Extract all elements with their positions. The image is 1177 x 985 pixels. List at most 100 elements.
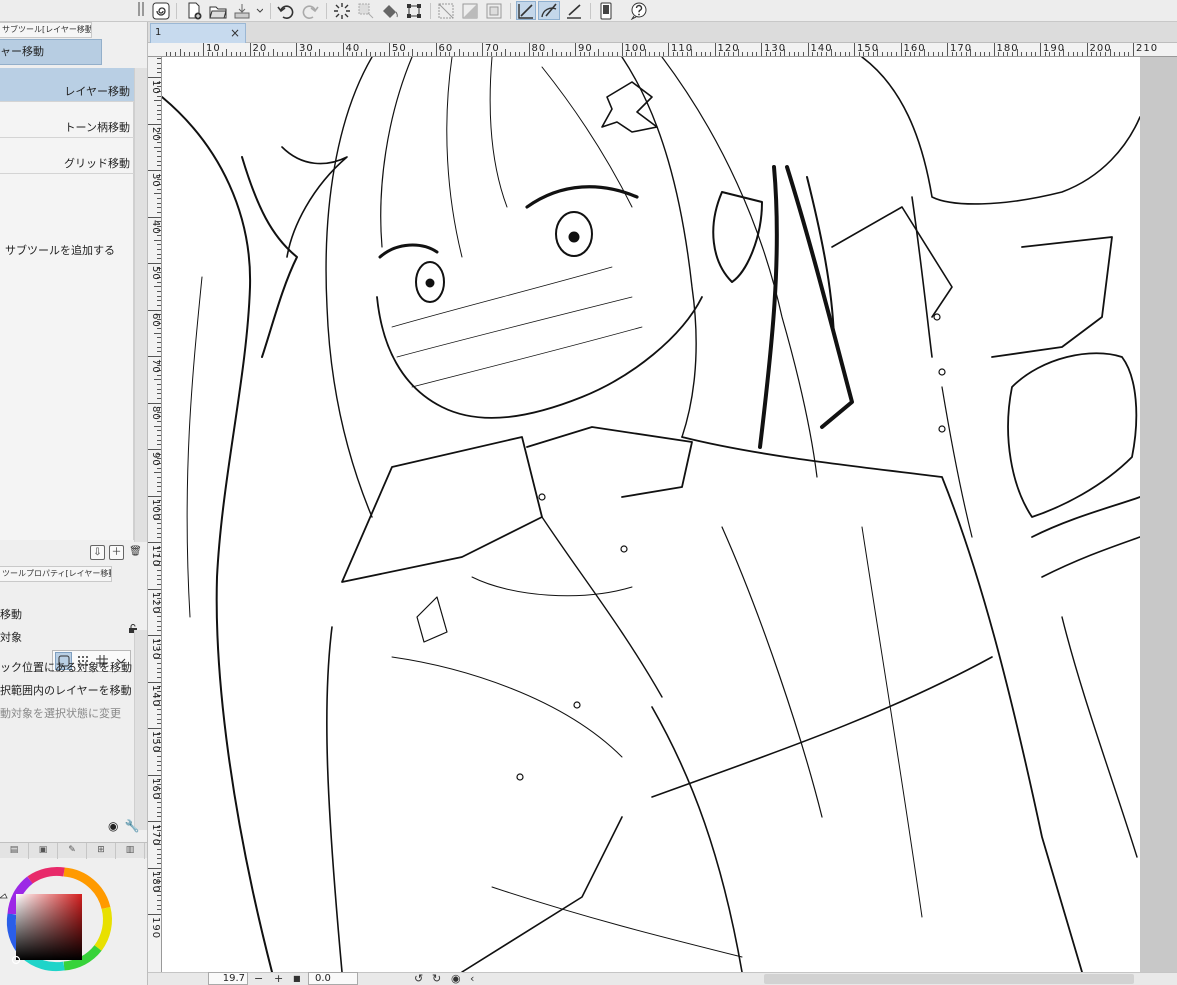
ruler-tick [514,52,516,56]
zoom-in-icon[interactable]: + [274,972,283,985]
ruler-tick [157,532,161,534]
close-icon[interactable]: × [230,24,240,42]
rotation-field[interactable]: 0.0 [308,972,358,985]
open-folder-icon[interactable] [207,1,229,20]
ruler-tick [979,52,981,56]
ruler-tick [342,43,344,56]
color-wheel[interactable] [0,862,115,977]
ruler-tick [575,43,576,56]
device-icon[interactable] [596,1,616,20]
save-icon[interactable] [231,1,265,20]
new-file-icon[interactable] [183,1,205,20]
color-history-tab[interactable]: ▥ [116,843,145,859]
snap-to-special-ruler-icon[interactable] [538,1,560,20]
ruler-tick [612,52,614,56]
ruler-tick [296,43,297,56]
ruler-tick [286,52,288,56]
ruler-tick [157,383,161,385]
property-scrollbar[interactable] [134,630,147,830]
ruler-tick [157,667,161,669]
option-move-clicked[interactable]: ック位置にある対象を移動 [0,659,132,675]
option-select-moved[interactable]: 動対象を選択状態に変更 [0,705,121,721]
duplicate-subtool-icon[interactable]: ＋ [109,545,124,560]
ruler-tick [649,52,651,56]
ruler-tick [1021,52,1023,56]
subtool-item-layer-move[interactable]: レイヤー移動 [0,68,134,102]
subtool-group-header[interactable]: ャー移動 [0,39,102,65]
horizontal-scrollbar[interactable] [764,974,1134,984]
wrench-icon[interactable]: 🔧 [124,819,139,833]
subtool-scrollbar[interactable] [134,68,147,542]
redo-icon[interactable] [300,1,320,20]
ruler-tick [157,342,161,344]
ruler-tick [157,574,161,576]
ruler-tick [157,95,161,97]
ruler-tick [472,52,474,56]
ruler-tick [157,625,161,627]
ruler-tick [268,52,270,56]
ruler-tick [788,52,790,56]
ruler-label: 90 [150,452,161,467]
color-set-tab[interactable]: ▣ [29,843,58,859]
rotate-right-icon[interactable]: ↻ [432,972,441,985]
ruler-tick [157,388,161,390]
ruler-tick [189,52,191,56]
ruler-tick [500,52,502,56]
delete-subtool-icon[interactable]: 🗑 [128,545,143,560]
approx-color-tab[interactable]: ⊞ [87,843,116,859]
ruler-tick [175,52,177,56]
undo-icon[interactable] [276,1,296,20]
property-footer: ◉ 🔧 [108,819,139,833]
color-wheel-tab[interactable]: ▤ [0,843,29,859]
toolbar-grip[interactable] [138,2,144,16]
ruler-tick [947,43,948,56]
subtool-panel-tab[interactable]: サブツール[レイヤー移動] [0,22,92,38]
selection-clear-icon[interactable] [356,1,376,20]
horizontal-ruler[interactable]: 10 20 30 40 50 60 70 80 90 100 110 120 130 140 150 160 1… [148,43,1177,57]
ruler-tick [157,151,161,153]
document-tab-bar: 1 × [148,22,1177,43]
help-icon[interactable] [628,1,650,20]
intermediate-color-tab[interactable]: ✎ [58,843,87,859]
drawing-canvas[interactable] [162,57,1140,972]
vertical-ruler[interactable]: 10 20 30 40 50 60 70 80 90 100 110 120 130 140 150 160 1… [148,57,162,972]
ruler-icon[interactable] [564,1,584,20]
scroll-left-icon[interactable]: ‹ [470,972,474,985]
app-logo-icon[interactable] [151,1,171,20]
ruler-tick [157,202,161,204]
rotate-reset-icon[interactable]: ◉ [451,972,461,985]
ruler-tick [1086,43,1088,56]
ruler-label: 110 [671,43,694,54]
clear-icon[interactable] [332,1,352,20]
reset-icon[interactable]: ◉ [108,819,118,833]
document-tab-title: 1 [155,27,162,38]
selection-icon[interactable] [436,1,456,20]
zoom-reset-icon[interactable]: ■ [293,974,301,983]
ruler-tick [157,583,161,585]
transform-icon[interactable] [404,1,424,20]
option-move-in-selection[interactable]: 択範囲内のレイヤーを移動 [0,682,132,698]
ruler-tick [430,52,432,56]
zoom-field[interactable]: 19.7 [208,972,248,985]
fill-icon[interactable] [380,1,400,20]
zoom-out-icon[interactable]: − [254,972,263,985]
subtool-item-tone-move[interactable]: トーン柄移動 [0,104,134,138]
subtool-item-grid-move[interactable]: グリッド移動 [0,140,134,174]
document-tab[interactable]: 1 × [150,23,246,43]
ruler-tick [157,676,161,678]
ruler-tick [319,49,321,56]
import-subtool-icon[interactable]: ⇩ [90,545,105,560]
ruler-tick [282,52,284,56]
invert-selection-icon[interactable] [460,1,480,20]
ruler-tick [148,728,161,729]
ruler-tick [328,52,330,56]
add-subtool-link[interactable]: サブツールを追加する [5,242,115,258]
ruler-tick [291,52,293,56]
tool-property-tab[interactable]: ツールプロパティ[レイヤー移動] [0,566,112,582]
rotate-left-icon[interactable]: ↺ [414,972,423,985]
snap-to-ruler-icon[interactable] [516,1,536,20]
border-selection-icon[interactable] [484,1,504,20]
ruler-tick [714,43,716,56]
ruler-tick [157,709,161,711]
ruler-tick [157,295,161,297]
